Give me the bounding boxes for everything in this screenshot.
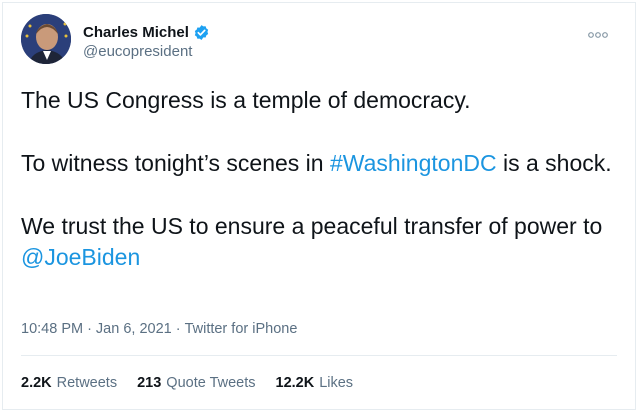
- paragraph-2-text-after: is a shock.: [496, 150, 612, 176]
- tweet-date[interactable]: Jan 6, 2021: [96, 321, 172, 337]
- tweet-meta: 10:48 PM · Jan 6, 2021 · Twitter for iPh…: [21, 321, 297, 337]
- verified-badge-icon: [194, 24, 209, 40]
- mention-link[interactable]: @JoeBiden: [21, 244, 140, 270]
- more-options-icon[interactable]: [587, 30, 609, 40]
- tweet-card: Charles Michel @eucopresident The US Con…: [2, 2, 636, 410]
- likes-count: 12.2K: [275, 375, 315, 391]
- tweet-paragraph-3: We trust the US to ensure a peaceful tra…: [21, 211, 621, 273]
- tweet-time[interactable]: 10:48 PM: [21, 321, 83, 337]
- quote-tweets-stat[interactable]: 213 Quote Tweets: [137, 375, 255, 391]
- tweet-paragraph-1: The US Congress is a temple of democracy…: [21, 87, 471, 113]
- tweet-text: The US Congress is a temple of democracy…: [21, 85, 621, 305]
- meta-separator: ·: [87, 321, 92, 337]
- profile-photo-icon: [21, 14, 71, 64]
- display-name[interactable]: Charles Michel: [83, 24, 189, 41]
- retweets-stat[interactable]: 2.2K Retweets: [21, 375, 117, 391]
- avatar[interactable]: [21, 14, 71, 64]
- retweets-label: Retweets: [56, 375, 118, 391]
- tweet-header: Charles Michel @eucopresident: [21, 14, 621, 66]
- quote-tweets-label: Quote Tweets: [166, 375, 256, 391]
- likes-label: Likes: [319, 375, 354, 391]
- meta-separator: ·: [175, 321, 181, 337]
- display-name-row: Charles Michel: [83, 22, 210, 42]
- likes-stat[interactable]: 12.2K Likes: [276, 375, 354, 391]
- quote-tweets-count: 213: [137, 375, 162, 391]
- hashtag-link[interactable]: #WashingtonDC: [330, 150, 497, 176]
- paragraph-3-text-before: We trust the US to ensure a peaceful tra…: [21, 213, 603, 239]
- tweet-paragraph-2: To witness tonight’s scenes in #Washingt…: [21, 148, 621, 179]
- retweets-count: 2.2K: [21, 375, 52, 391]
- tweet-stats: 2.2K Retweets 213 Quote Tweets 12.2K Lik…: [21, 375, 353, 391]
- author-names: Charles Michel @eucopresident: [83, 22, 210, 60]
- tweet-source[interactable]: Twitter for iPhone: [185, 321, 298, 337]
- author-handle[interactable]: @eucopresident: [83, 43, 210, 60]
- divider: [21, 355, 617, 356]
- paragraph-2-text-before: To witness tonight’s scenes in: [21, 150, 330, 176]
